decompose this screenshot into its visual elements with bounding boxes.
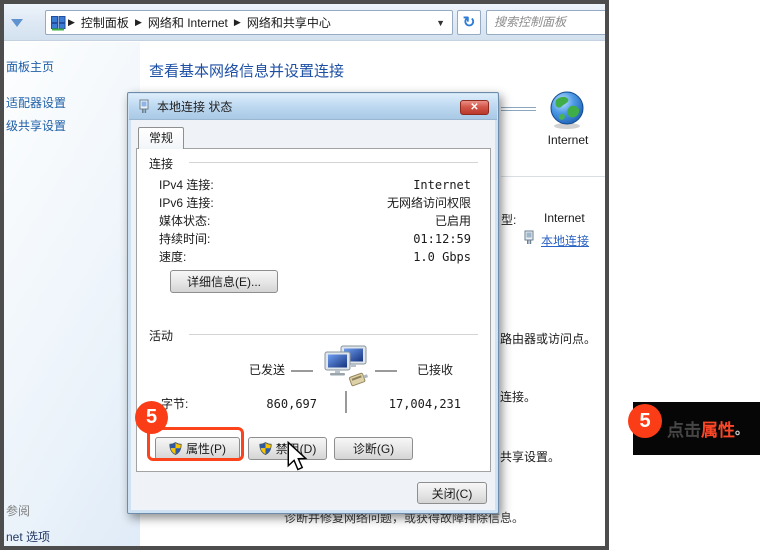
row-label: 媒体状态:: [159, 212, 210, 230]
step-badge: 5: [135, 401, 168, 434]
network-icon: [50, 15, 66, 31]
search-input[interactable]: 搜索控制面板: [486, 10, 609, 35]
activity-connector-line: [375, 370, 397, 372]
sent-label: 已发送: [249, 362, 285, 378]
breadcrumb-network-internet[interactable]: 网络和 Internet: [144, 14, 232, 31]
row-value: Internet: [413, 176, 471, 194]
breadcrumb-separator: ▶: [133, 17, 144, 28]
dialog-title: 本地连接 状态: [157, 98, 232, 115]
connection-type-value: Internet: [544, 211, 585, 225]
back-history-icon[interactable]: [11, 19, 23, 27]
connection-detail-rows: IPv4 连接: Internet IPv6 连接: 无网络访问权限 媒体状态:…: [159, 176, 471, 266]
activity-group-label: 活动: [149, 327, 173, 344]
bytes-separator: [345, 391, 347, 413]
network-map-line: [501, 107, 536, 108]
clipped-text-router: 路由器或访问点。: [500, 330, 596, 347]
network-adapter-icon: [522, 230, 536, 245]
callout-text: 点击: [667, 416, 701, 441]
address-bar[interactable]: ▶ 控制面板 ▶ 网络和 Internet ▶ 网络和共享中心 ▼: [45, 10, 453, 35]
diagnose-button[interactable]: 诊断(G): [334, 437, 413, 460]
row-value: 已启用: [435, 212, 471, 230]
close-icon[interactable]: ✕: [460, 100, 489, 115]
refresh-icon[interactable]: ↻: [457, 10, 481, 35]
row-value: 01:12:59: [413, 230, 471, 248]
network-map-line: [501, 110, 536, 111]
details-button-label: 详细信息(E)...: [187, 273, 261, 290]
row-label: 速度:: [159, 248, 186, 266]
breadcrumb-control-panel[interactable]: 控制面板: [77, 14, 133, 31]
task-sidebar: 面板主页 适配器设置 级共享设置 参阅 net 选项: [4, 42, 140, 550]
navigation-toolbar: ▶ 控制面板 ▶ 网络和 Internet ▶ 网络和共享中心 ▼ ↻ 搜索控制…: [4, 4, 605, 41]
tab-general[interactable]: 常规: [138, 127, 184, 149]
row-value: 1.0 Gbps: [413, 248, 471, 266]
row-ipv6: IPv6 连接: 无网络访问权限: [159, 194, 471, 212]
callout-punctuation: 。: [735, 419, 748, 438]
screenshot-frame: ▶ 控制面板 ▶ 网络和 Internet ▶ 网络和共享中心 ▼ ↻ 搜索控制…: [0, 0, 609, 550]
received-bytes-value: 17,004,231: [377, 397, 461, 411]
row-label: IPv6 连接:: [159, 194, 214, 212]
row-ipv4: IPv4 连接: Internet: [159, 176, 471, 194]
sidebar-item-sharing[interactable]: 级共享设置: [6, 117, 66, 134]
sidebar-see-also: 参阅: [6, 502, 30, 519]
uac-shield-icon: [259, 442, 272, 455]
sidebar-item-home[interactable]: 面板主页: [6, 58, 54, 75]
dialog-titlebar[interactable]: 本地连接 状态: [129, 94, 497, 120]
local-connection-link[interactable]: 本地连接: [541, 232, 589, 249]
address-dropdown-icon[interactable]: ▼: [436, 18, 448, 28]
mouse-cursor: [285, 441, 309, 473]
page-title: 查看基本网络信息并设置连接: [149, 60, 344, 81]
activity-connector-line: [291, 370, 313, 372]
step-badge: 5: [628, 404, 662, 438]
group-divider: [189, 334, 478, 335]
sent-bytes-value: 860,697: [237, 397, 317, 411]
diagnose-button-label: 诊断(G): [353, 440, 394, 457]
clipped-text-connect: 连接。: [500, 388, 536, 405]
row-speed: 速度: 1.0 Gbps: [159, 248, 471, 266]
section-divider: [501, 176, 607, 177]
internet-globe-icon: [548, 90, 586, 130]
close-button-label: 关闭(C): [432, 485, 473, 502]
callout-highlight-text: 属性: [701, 416, 735, 441]
connection-group-label: 连接: [149, 155, 173, 172]
step-highlight-box: [147, 427, 244, 461]
row-duration: 持续时间: 01:12:59: [159, 230, 471, 248]
general-tab-page: 连接 IPv4 连接: Internet IPv6 连接: 无网络访问权限 媒体…: [136, 148, 491, 472]
clipped-text-sharing: 共享设置。: [500, 448, 560, 465]
row-media-state: 媒体状态: 已启用: [159, 212, 471, 230]
network-adapter-icon: [137, 99, 151, 114]
breadcrumb-separator: ▶: [66, 17, 77, 28]
details-button[interactable]: 详细信息(E)...: [170, 270, 278, 293]
connection-type-label: 型:: [501, 211, 516, 228]
breadcrumb-sharing-center[interactable]: 网络和共享中心: [243, 14, 335, 31]
group-divider: [189, 162, 478, 163]
breadcrumb-separator: ▶: [232, 17, 243, 28]
row-label: IPv4 连接:: [159, 176, 214, 194]
computers-icon: [321, 345, 369, 389]
received-label: 已接收: [417, 362, 453, 378]
sidebar-item-adapter[interactable]: 适配器设置: [6, 94, 66, 111]
close-button[interactable]: 关闭(C): [417, 482, 487, 504]
row-label: 持续时间:: [159, 230, 210, 248]
internet-node-label: Internet: [545, 133, 591, 147]
row-value: 无网络访问权限: [387, 194, 471, 212]
sidebar-item-internet-options[interactable]: net 选项: [6, 528, 50, 545]
